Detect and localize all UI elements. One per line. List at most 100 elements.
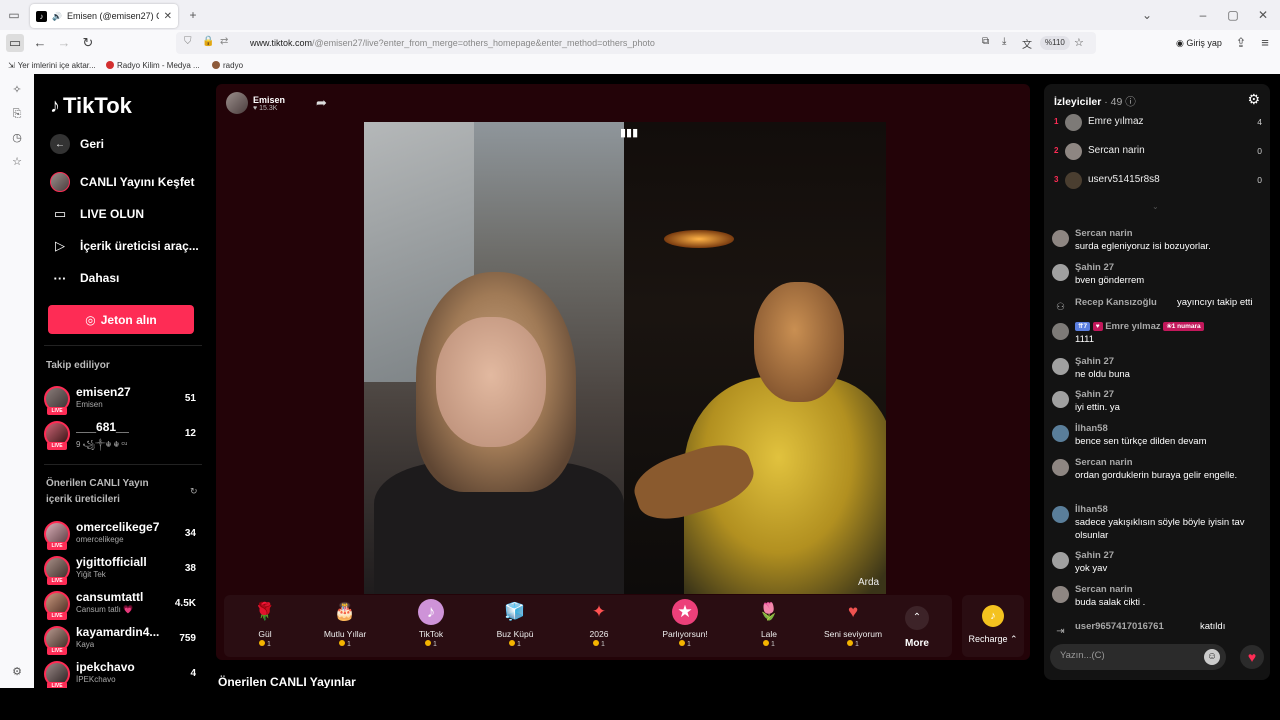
recharge-button[interactable]: ♪ Recharge ⌃ bbox=[962, 595, 1024, 657]
chat-message: Şahin 27 bven gönderrem bbox=[1052, 262, 1266, 294]
chat-message: Sercan narin buda salak cikti . bbox=[1052, 584, 1266, 616]
browser-tab[interactable]: ♪ 🔊 Emisen (@emisen27) CANLI ✕ bbox=[30, 4, 178, 28]
more-gifts-label[interactable]: More bbox=[899, 638, 935, 649]
gift-parliyorsun[interactable]: ★ Parlıyorsun! 1 bbox=[646, 599, 724, 655]
gift-2026[interactable]: ✦ 2026 1 bbox=[560, 599, 638, 655]
tab-overflow-icon[interactable]: ⌄ bbox=[1138, 6, 1156, 24]
back-icon[interactable]: ← bbox=[31, 34, 49, 52]
avatar bbox=[1052, 323, 1069, 340]
tab-title: Emisen (@emisen27) CANLI bbox=[66, 11, 159, 21]
top-viewer-row[interactable]: 3 userv51415r8s8 0 bbox=[1054, 170, 1264, 192]
chevron-down-icon[interactable]: ⌄ bbox=[1152, 202, 1159, 211]
radyo-favicon-icon bbox=[212, 61, 220, 69]
history-icon[interactable]: ◷ bbox=[9, 130, 25, 146]
forward-icon[interactable]: → bbox=[55, 34, 73, 52]
nav-back[interactable]: ← Geri bbox=[50, 134, 104, 154]
back-arrow-icon: ← bbox=[50, 134, 70, 154]
suggested-creator-item[interactable]: LIVE yigittofficiall Yiğit Tek 38 bbox=[44, 555, 202, 585]
speaker-icon[interactable]: 🔊 bbox=[52, 12, 62, 21]
more-gifts-button[interactable]: ⌃ bbox=[905, 606, 929, 630]
new-tab-icon[interactable]: + bbox=[184, 6, 202, 24]
nav-go-live[interactable]: ▭ LIVE OLUN bbox=[50, 204, 144, 224]
like-heart-icon[interactable]: ♥ bbox=[1240, 645, 1264, 669]
guest-video-feed bbox=[624, 122, 886, 594]
avatar bbox=[1052, 459, 1069, 476]
browser-nav-bar: ▭ ← → ↻ ⛉ 🔒 ⇄ www.tiktok.com/@emisen27/l… bbox=[0, 30, 1280, 56]
ai-chat-icon[interactable]: ✧ bbox=[9, 82, 25, 98]
bookmarks-icon[interactable]: ☆ bbox=[9, 154, 25, 170]
coin-icon bbox=[593, 640, 600, 646]
host-info[interactable]: Emisen ♥ 15.3K bbox=[226, 92, 285, 114]
radio-kilim-favicon-icon bbox=[106, 61, 114, 69]
reload-icon[interactable]: ↻ bbox=[79, 34, 97, 52]
live-avatar-icon bbox=[50, 172, 70, 192]
bookmark-import[interactable]: ⇲ Yer imlerini içe aktar... bbox=[8, 61, 96, 70]
guest-head bbox=[754, 282, 844, 402]
audio-level-icon[interactable]: ▮▮▮ bbox=[620, 126, 638, 139]
tab-list-icon[interactable]: ▭ bbox=[5, 6, 23, 24]
refresh-icon[interactable]: ↻ bbox=[190, 486, 198, 497]
extensions-icon[interactable]: ⇪ bbox=[1232, 34, 1250, 52]
permissions-icon[interactable]: ⇄ bbox=[220, 36, 228, 47]
close-tab-icon[interactable]: ✕ bbox=[164, 11, 172, 22]
minimize-icon[interactable]: – bbox=[1194, 6, 1212, 24]
top-viewer-row[interactable]: 2 Sercan narin 0 bbox=[1054, 141, 1264, 163]
top-viewer-row[interactable]: 1 Emre yılmaz 4 bbox=[1054, 112, 1264, 134]
customize-sidebar-icon[interactable]: ⚙ bbox=[9, 664, 25, 680]
get-coins-button[interactable]: ◎ Jeton alın bbox=[48, 305, 194, 334]
live-badge: LIVE bbox=[47, 542, 67, 550]
ice-cube-icon: 🧊 bbox=[504, 602, 526, 621]
suggested-creator-item[interactable]: LIVE kayamardin4... Kaya 759 bbox=[44, 625, 202, 655]
suggested-creator-item[interactable]: LIVE omercelikege7 omercelikege 34 bbox=[44, 520, 202, 550]
suggested-creator-item[interactable]: LIVE ipekchavo İPEKchavo 4 bbox=[44, 660, 202, 688]
bookmark-star-icon[interactable]: ☆ bbox=[1074, 36, 1084, 49]
gift-gul[interactable]: 🌹 Gül 1 bbox=[226, 599, 304, 655]
nav-more[interactable]: ··· Dahası bbox=[50, 268, 120, 288]
chat-input-box[interactable]: ☺ bbox=[1050, 644, 1226, 670]
zoom-level[interactable]: %110 bbox=[1040, 36, 1070, 50]
join-icon: ⇥ bbox=[1056, 626, 1065, 637]
bookmark-radyo-kilim[interactable]: Radyo Kilim - Medya ... bbox=[106, 61, 200, 70]
chat-input[interactable] bbox=[1060, 650, 1200, 661]
live-stream-stage: Emisen ♥ 15.3K ➦ ▮▮▮ Arda 🌹 Gül 1 🎂 Mutl… bbox=[216, 84, 1030, 660]
viewers-header[interactable]: İzleyiciler · 49 ⓘ bbox=[1054, 94, 1136, 109]
tulip-icon: 🌷 bbox=[758, 602, 780, 621]
emoji-icon[interactable]: ☺ bbox=[1204, 649, 1220, 665]
nav-creator-tools[interactable]: ▷ İçerik üreticisi araç... bbox=[50, 236, 199, 256]
following-item[interactable]: LIVE emisen27 Emisen 51 bbox=[44, 385, 202, 415]
following-item[interactable]: LIVE ___681__ 9 ꧁༒☬ ☬ ᶜᵘ 12 bbox=[44, 420, 202, 450]
save-page-icon[interactable]: ⤓ bbox=[1002, 36, 1006, 47]
live-video[interactable]: ▮▮▮ bbox=[364, 122, 886, 594]
synced-tabs-icon[interactable]: ⎘ bbox=[9, 106, 25, 122]
signin-button[interactable]: ◉ Giriş yap bbox=[1170, 33, 1228, 53]
tiktok-favicon-icon: ♪ bbox=[36, 10, 47, 22]
close-window-icon[interactable]: ✕ bbox=[1254, 6, 1272, 24]
share-icon[interactable]: ➦ bbox=[316, 95, 327, 111]
live-badge: LIVE bbox=[47, 577, 67, 585]
sidebar-toggle-icon[interactable]: ▭ bbox=[6, 34, 24, 52]
lock-icon[interactable]: 🔒 bbox=[202, 36, 214, 47]
level-badge: ⇈7 bbox=[1075, 322, 1091, 331]
chat-message: Sercan narin surda egleniyoruz isi bozuy… bbox=[1052, 228, 1266, 260]
picture-in-picture-icon[interactable]: ⧉ bbox=[982, 36, 989, 47]
bookmark-radyo[interactable]: radyo bbox=[212, 61, 243, 70]
menu-icon[interactable]: ≡ bbox=[1256, 34, 1274, 52]
maximize-icon[interactable]: ▢ bbox=[1224, 6, 1242, 24]
suggested-lives-header: Önerilen CANLI Yayınlar bbox=[218, 675, 356, 688]
gift-tiktok[interactable]: ♪ TikTok 1 bbox=[392, 599, 470, 655]
browser-sidebar: ✧ ⎘ ◷ ☆ ⚙ bbox=[0, 74, 34, 688]
avatar bbox=[1052, 358, 1069, 375]
help-icon[interactable]: ⓘ bbox=[1125, 96, 1136, 108]
tiktok-logo[interactable]: ♪ TikTok bbox=[50, 93, 132, 119]
address-bar[interactable]: ⛉ 🔒 ⇄ www.tiktok.com/@emisen27/live?ente… bbox=[176, 32, 1096, 54]
gift-seni-seviyorum[interactable]: ♥ Seni seviyorum 1 bbox=[814, 599, 892, 655]
shield-icon[interactable]: ⛉ bbox=[184, 36, 192, 47]
translate-icon[interactable]: 文 bbox=[1022, 36, 1032, 51]
gift-lale[interactable]: 🌷 Lale 1 bbox=[730, 599, 808, 655]
import-icon: ⇲ bbox=[8, 61, 15, 70]
suggested-creator-item[interactable]: LIVE cansumtattl Cansum tatlı 💗 4.5K bbox=[44, 590, 202, 620]
gift-mutlu-yillar[interactable]: 🎂 Mutlu Yıllar 1 bbox=[306, 599, 384, 655]
gear-icon[interactable]: ⚙ bbox=[1247, 91, 1260, 108]
nav-explore-live[interactable]: CANLI Yayını Keşfet bbox=[50, 172, 194, 192]
gift-buz-kupu[interactable]: 🧊 Buz Küpü 1 bbox=[476, 599, 554, 655]
